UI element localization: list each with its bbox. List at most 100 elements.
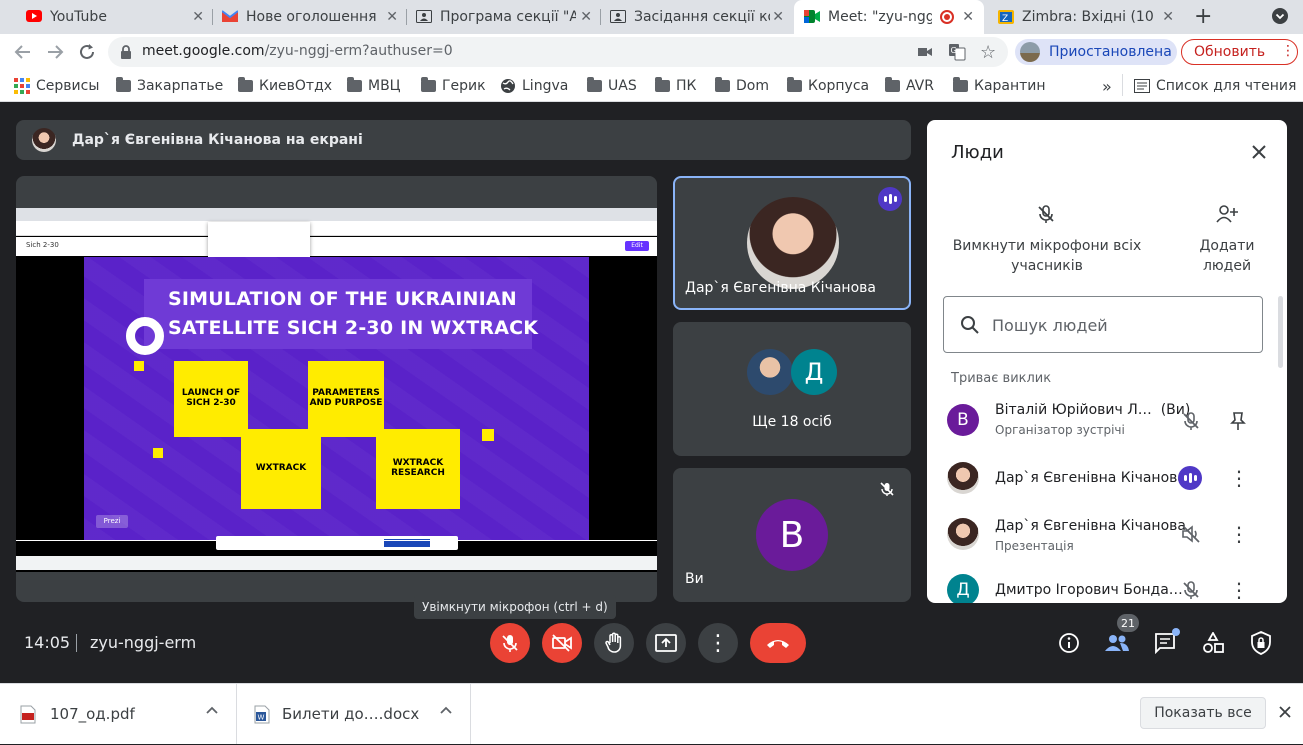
bookmark-star-icon[interactable]: ☆ — [980, 42, 996, 63]
reload-icon[interactable] — [78, 43, 96, 61]
chevron-up-icon[interactable] — [206, 706, 218, 714]
folder-icon — [885, 77, 900, 92]
chevron-up-icon[interactable] — [440, 706, 452, 714]
more-bookmarks-button[interactable]: » — [1102, 76, 1112, 96]
bookmark-folder[interactable]: UAS — [587, 76, 637, 96]
show-all-downloads-button[interactable]: Показать все — [1140, 697, 1266, 729]
profile-avatar — [1020, 42, 1040, 62]
participant-row[interactable]: В Віталій Юрійович Л… (Ви) Організатор з… — [927, 402, 1277, 452]
mute-all-button[interactable]: Вимкнути мікрофони всіх учасників — [947, 198, 1147, 278]
leave-call-button[interactable] — [750, 623, 806, 663]
word-file-icon: W — [254, 705, 270, 724]
speaking-indicator-icon — [1178, 466, 1202, 490]
shared-taskbar — [16, 556, 657, 570]
tab-zimbra[interactable]: Z Zimbra: Вхідні (10 ✕ — [998, 0, 1180, 34]
camera-toggle-button[interactable] — [542, 623, 582, 663]
tab-search-icon[interactable] — [1272, 8, 1288, 24]
participant-avatar — [947, 518, 979, 550]
profile-paused-button[interactable]: Приостановлена — [1015, 39, 1177, 65]
bookmark-apps[interactable]: Сервисы — [14, 76, 99, 96]
camera-in-use-icon[interactable] — [918, 46, 932, 58]
bookmark-folder[interactable]: Герик — [421, 76, 486, 96]
gear-icon — [126, 317, 164, 355]
bookmark-folder[interactable]: Закарпатье — [116, 76, 223, 96]
mic-toggle-button[interactable] — [490, 623, 530, 663]
self-tile[interactable]: В Ви — [673, 468, 911, 602]
tab-program[interactable]: Програма секції "А ✕ — [416, 0, 598, 34]
people-button[interactable] — [1104, 632, 1130, 654]
more-options-button[interactable]: ⋮ — [698, 623, 738, 663]
activities-icon[interactable] — [1202, 632, 1224, 654]
more-vert-icon[interactable]: ⋮ — [1229, 522, 1249, 546]
slide-decoration — [134, 361, 144, 371]
svg-text:Z: Z — [1002, 14, 1008, 24]
translate-icon[interactable]: G — [948, 43, 966, 61]
bookmark-folder[interactable]: Корпуса — [787, 76, 869, 96]
mic-off-icon — [879, 481, 895, 497]
mic-off-icon — [1036, 204, 1056, 224]
more-vert-icon[interactable]: ⋮ — [1229, 578, 1249, 602]
bookmark-folder[interactable]: МВЦ — [347, 76, 401, 96]
tab-strip: YouTube ✕ Нове оголошення ✕ Програма сек… — [0, 0, 1303, 34]
bookmark-folder[interactable]: ПК — [655, 76, 696, 96]
tab-meet[interactable]: Meet: "zyu-nggj ✕ — [794, 0, 984, 34]
close-icon[interactable] — [1251, 144, 1267, 160]
others-count-label: Ще 18 осіб — [752, 414, 832, 430]
search-people-input[interactable]: Пошук людей — [943, 296, 1263, 353]
speaking-indicator-icon — [878, 187, 902, 211]
participant-row[interactable]: Дар`я Євгенівна Кічанова Презентація ⋮ — [927, 516, 1277, 556]
url-text[interactable]: meet.google.com/zyu-nggj-erm?authuser=0 — [142, 43, 453, 59]
meeting-details-icon[interactable] — [1058, 632, 1080, 654]
raise-hand-button[interactable] — [594, 623, 634, 663]
bookmark-folder[interactable]: AVR — [885, 76, 934, 96]
close-tab-icon[interactable]: ✕ — [772, 9, 784, 25]
scrollbar[interactable] — [1278, 296, 1283, 368]
tab-gmail[interactable]: Нове оголошення ✕ — [222, 0, 404, 34]
present-screen-button[interactable] — [646, 623, 686, 663]
forward-icon[interactable] — [46, 43, 64, 61]
close-tab-icon[interactable]: ✕ — [1162, 9, 1174, 25]
add-people-button[interactable]: Додати людей — [1179, 198, 1275, 278]
participant-row[interactable]: Д Дмитро Ігорович Бонда… ⋮ — [927, 572, 1277, 603]
bookmark-folder[interactable]: КиевОтдх — [238, 76, 332, 96]
others-tile[interactable]: Д Ще 18 осіб — [673, 322, 911, 456]
participant-row[interactable]: Дар`я Євгенівна Кічанова ⋮ — [927, 460, 1277, 500]
participant-avatar — [747, 197, 839, 289]
pin-icon[interactable] — [1229, 411, 1247, 431]
hang-up-icon — [765, 637, 791, 649]
mic-off-icon — [1181, 411, 1201, 431]
participant-avatar: Д — [947, 574, 979, 603]
more-vert-icon[interactable]: ⋮ — [1229, 466, 1249, 490]
pdf-file-icon — [20, 705, 36, 724]
close-shelf-icon[interactable] — [1278, 705, 1292, 719]
close-tab-icon[interactable]: ✕ — [192, 9, 204, 25]
chat-icon[interactable] — [1154, 628, 1180, 654]
add-person-icon — [1215, 204, 1239, 224]
tab-session[interactable]: Засідання секції ко ✕ — [610, 0, 790, 34]
update-button[interactable]: Обновить ⋮ — [1181, 39, 1298, 65]
tab-youtube[interactable]: YouTube ✕ — [26, 0, 210, 34]
folder-icon — [421, 77, 436, 92]
speaker-tile[interactable]: Дар`я Євгенівна Кічанова — [673, 176, 911, 310]
close-tab-icon[interactable]: ✕ — [962, 9, 974, 25]
bookmark-folder[interactable]: Карантин — [953, 76, 1046, 96]
search-icon — [960, 315, 980, 335]
back-icon[interactable] — [14, 43, 32, 61]
participant-avatar: В — [947, 404, 979, 436]
host-controls-icon[interactable] — [1250, 631, 1272, 655]
reading-list-button[interactable]: Список для чтения — [1134, 76, 1296, 96]
mic-off-icon — [1181, 580, 1201, 600]
lock-icon[interactable] — [120, 45, 132, 59]
download-shelf: 107_од.pdf W Билети до….docx — [0, 683, 1303, 744]
bookmark-lingva[interactable]: Lingva — [500, 76, 568, 96]
new-tab-button[interactable]: + — [1194, 4, 1212, 29]
slide-title: SIMULATION OF THE UKRAINIAN — [168, 288, 517, 310]
section-label: Триває виклик — [951, 371, 1052, 386]
close-tab-icon[interactable]: ✕ — [580, 9, 592, 25]
shared-tab-strip — [16, 208, 657, 221]
close-tab-icon[interactable]: ✕ — [386, 9, 398, 25]
bookmark-folder[interactable]: Dom — [715, 76, 769, 96]
download-item[interactable]: W Билети до….docx — [236, 684, 470, 745]
tab-title: Zimbra: Вхідні (10 — [1022, 9, 1154, 25]
download-item[interactable]: 107_од.pdf — [0, 684, 236, 745]
